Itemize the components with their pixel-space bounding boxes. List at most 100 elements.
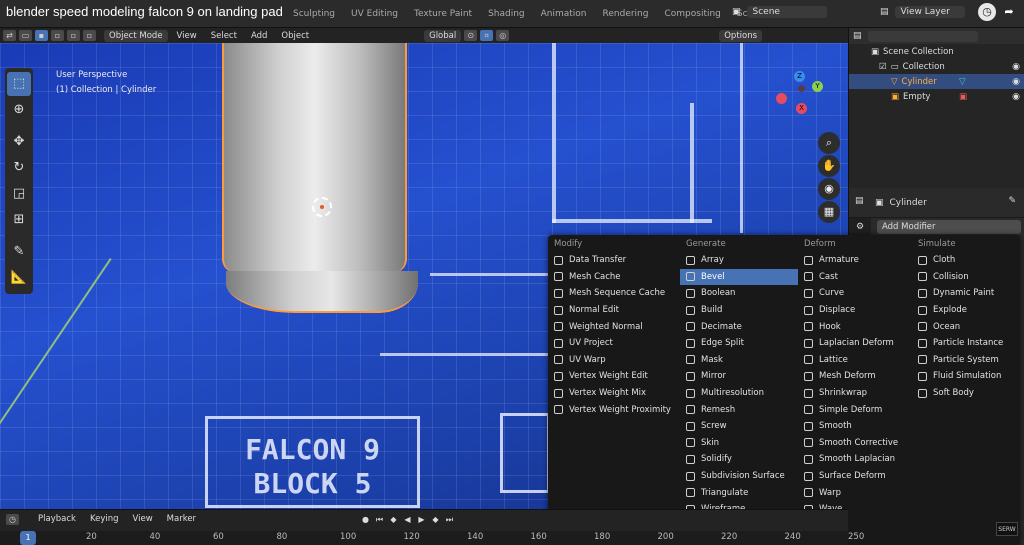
transform-orientation-dropdown[interactable]: Global bbox=[424, 29, 462, 42]
menu-item-cloth[interactable]: Cloth bbox=[912, 252, 1020, 269]
play-icon[interactable]: ▶ bbox=[416, 514, 427, 525]
select-mode-new-icon[interactable]: ▪ bbox=[35, 30, 48, 41]
menu-item-lattice[interactable]: Lattice bbox=[798, 352, 914, 369]
menu-item-collision[interactable]: Collision bbox=[912, 269, 1020, 286]
menu-item-smooth-laplacian[interactable]: Smooth Laplacian bbox=[798, 451, 914, 468]
gizmo-x-neg[interactable] bbox=[776, 93, 787, 104]
menu-item-mask[interactable]: Mask bbox=[680, 352, 798, 369]
menu-item-dynamic-paint[interactable]: Dynamic Paint bbox=[912, 285, 1020, 302]
scene-name[interactable]: Scene bbox=[746, 6, 827, 18]
mode-dropdown[interactable]: Object Mode bbox=[104, 29, 168, 42]
menu-item-data-transfer[interactable]: Data Transfer bbox=[548, 252, 678, 269]
menu-item-vertex-weight-edit[interactable]: Vertex Weight Edit bbox=[548, 368, 678, 385]
menu-item-mesh-cache[interactable]: Mesh Cache bbox=[548, 269, 678, 286]
cylinder-flare[interactable] bbox=[226, 271, 418, 313]
timeline-menu-view[interactable]: View bbox=[128, 513, 158, 525]
tab-rendering[interactable]: Rendering bbox=[595, 7, 657, 21]
3d-cursor[interactable] bbox=[312, 197, 332, 217]
menu-item-subdivision-surface[interactable]: Subdivision Surface bbox=[680, 468, 798, 485]
menu-item-uv-warp[interactable]: UV Warp bbox=[548, 352, 678, 369]
snap-icon[interactable]: ⌗ bbox=[480, 30, 494, 41]
watch-later-icon[interactable]: ◷ bbox=[978, 3, 996, 21]
tool-tab-icon[interactable]: ⚙ bbox=[849, 222, 871, 232]
menu-item-fluid-simulation[interactable]: Fluid Simulation bbox=[912, 368, 1020, 385]
outliner-item-cylinder[interactable]: ▽ Cylinder ▽ ◉ bbox=[849, 74, 1024, 89]
next-key-icon[interactable]: ◆ bbox=[430, 514, 441, 525]
menu-item-boolean[interactable]: Boolean bbox=[680, 285, 798, 302]
options-dropdown[interactable]: Options bbox=[719, 29, 763, 42]
outliner-item-collection[interactable]: ☑ ▭ Collection ◉ bbox=[849, 59, 1024, 74]
proportional-edit-icon[interactable]: ◎ bbox=[496, 30, 510, 41]
menu-item-multiresolution[interactable]: Multiresolution bbox=[680, 385, 798, 402]
tab-shading[interactable]: Shading bbox=[480, 7, 533, 21]
scene-selector[interactable]: ▣ Scene bbox=[732, 6, 827, 18]
timeline-menu-keying[interactable]: Keying bbox=[85, 513, 124, 525]
menu-object[interactable]: Object bbox=[276, 30, 314, 42]
jump-start-icon[interactable]: ⏮ bbox=[374, 514, 385, 525]
menu-item-build[interactable]: Build bbox=[680, 302, 798, 319]
timeline-menu-marker[interactable]: Marker bbox=[162, 513, 201, 525]
menu-item-screw[interactable]: Screw bbox=[680, 418, 798, 435]
annotate-tool-icon[interactable]: ✎ bbox=[7, 240, 31, 264]
outliner-search-input[interactable] bbox=[867, 30, 978, 42]
navigation-gizmo[interactable]: Z Y X bbox=[774, 67, 824, 117]
record-icon[interactable]: ● bbox=[360, 514, 371, 525]
gizmo-x-axis[interactable]: X bbox=[796, 103, 807, 114]
menu-item-laplacian-deform[interactable]: Laplacian Deform bbox=[798, 335, 914, 352]
camera-icon[interactable]: ◉ bbox=[818, 178, 840, 200]
pivot-icon[interactable]: ⊙ bbox=[464, 30, 478, 41]
menu-item-uv-project[interactable]: UV Project bbox=[548, 335, 678, 352]
menu-item-smooth[interactable]: Smooth bbox=[798, 418, 914, 435]
pan-hand-icon[interactable]: ✋ bbox=[818, 155, 840, 177]
menu-item-shrinkwrap[interactable]: Shrinkwrap bbox=[798, 385, 914, 402]
add-modifier-dropdown[interactable]: Add Modifier bbox=[877, 220, 1021, 234]
menu-item-solidify[interactable]: Solidify bbox=[680, 451, 798, 468]
menu-item-bevel[interactable]: Bevel bbox=[680, 268, 798, 286]
tab-compositing[interactable]: Compositing bbox=[656, 7, 728, 21]
jump-end-icon[interactable]: ⏭ bbox=[444, 514, 455, 525]
measure-tool-icon[interactable]: 📐 bbox=[7, 266, 31, 290]
view-layer-name[interactable]: View Layer bbox=[894, 6, 965, 18]
play-reverse-icon[interactable]: ◀ bbox=[402, 514, 413, 525]
ortho-grid-icon[interactable]: ▦ bbox=[818, 201, 840, 223]
menu-item-particle-instance[interactable]: Particle Instance bbox=[912, 335, 1020, 352]
outliner-type-icon[interactable]: ▤ bbox=[853, 31, 862, 41]
menu-item-explode[interactable]: Explode bbox=[912, 302, 1020, 319]
prev-key-icon[interactable]: ◆ bbox=[388, 514, 399, 525]
menu-item-displace[interactable]: Displace bbox=[798, 302, 914, 319]
pin-icon[interactable]: ✎ bbox=[1008, 196, 1016, 206]
menu-item-weighted-normal[interactable]: Weighted Normal bbox=[548, 318, 678, 335]
menu-item-vertex-weight-proximity[interactable]: Vertex Weight Proximity bbox=[548, 401, 678, 418]
timeline-menu-playback[interactable]: Playback bbox=[33, 513, 81, 525]
tab-sculpting[interactable]: Sculpting bbox=[285, 7, 343, 21]
menu-item-skin[interactable]: Skin bbox=[680, 435, 798, 452]
scale-tool-icon[interactable]: ◲ bbox=[7, 182, 31, 206]
menu-item-curve[interactable]: Curve bbox=[798, 285, 914, 302]
menu-item-ocean[interactable]: Ocean bbox=[912, 318, 1020, 335]
menu-item-warp[interactable]: Warp bbox=[798, 484, 914, 501]
outliner-scene-collection[interactable]: ▣ Scene Collection bbox=[849, 44, 1024, 59]
timeline-editor-icon[interactable]: ◷ bbox=[6, 513, 19, 525]
tab-animation[interactable]: Animation bbox=[533, 7, 595, 21]
zoom-icon[interactable]: ⌕ bbox=[818, 132, 840, 154]
cylinder-object[interactable] bbox=[222, 43, 407, 273]
menu-item-particle-system[interactable]: Particle System bbox=[912, 352, 1020, 369]
move-tool-icon[interactable]: ✥ bbox=[7, 130, 31, 154]
eye-icon[interactable]: ◉ bbox=[1012, 77, 1020, 87]
tab-uv-editing[interactable]: UV Editing bbox=[343, 7, 406, 21]
gizmo-y-axis[interactable]: Y bbox=[812, 81, 823, 92]
tab-texture-paint[interactable]: Texture Paint bbox=[406, 7, 480, 21]
select-mode-invert-icon[interactable]: ▫ bbox=[83, 30, 96, 41]
view-layer-selector[interactable]: ▤ View Layer bbox=[880, 6, 965, 18]
menu-item-mesh-deform[interactable]: Mesh Deform bbox=[798, 368, 914, 385]
outliner-item-empty[interactable]: ▣ Empty ▣ ◉ bbox=[849, 89, 1024, 104]
transform-tool-icon[interactable]: ⊞ bbox=[7, 208, 31, 232]
select-tool-icon[interactable]: ⬚ bbox=[7, 72, 31, 96]
eye-icon[interactable]: ◉ bbox=[1012, 62, 1020, 72]
select-mode-subtract-icon[interactable]: ▫ bbox=[67, 30, 80, 41]
select-box-icon[interactable]: ▭ bbox=[19, 30, 32, 41]
checkbox-icon[interactable]: ☑ bbox=[879, 62, 887, 72]
menu-item-mirror[interactable]: Mirror bbox=[680, 368, 798, 385]
menu-item-mesh-sequence-cache[interactable]: Mesh Sequence Cache bbox=[548, 285, 678, 302]
menu-item-smooth-corrective[interactable]: Smooth Corrective bbox=[798, 435, 914, 452]
